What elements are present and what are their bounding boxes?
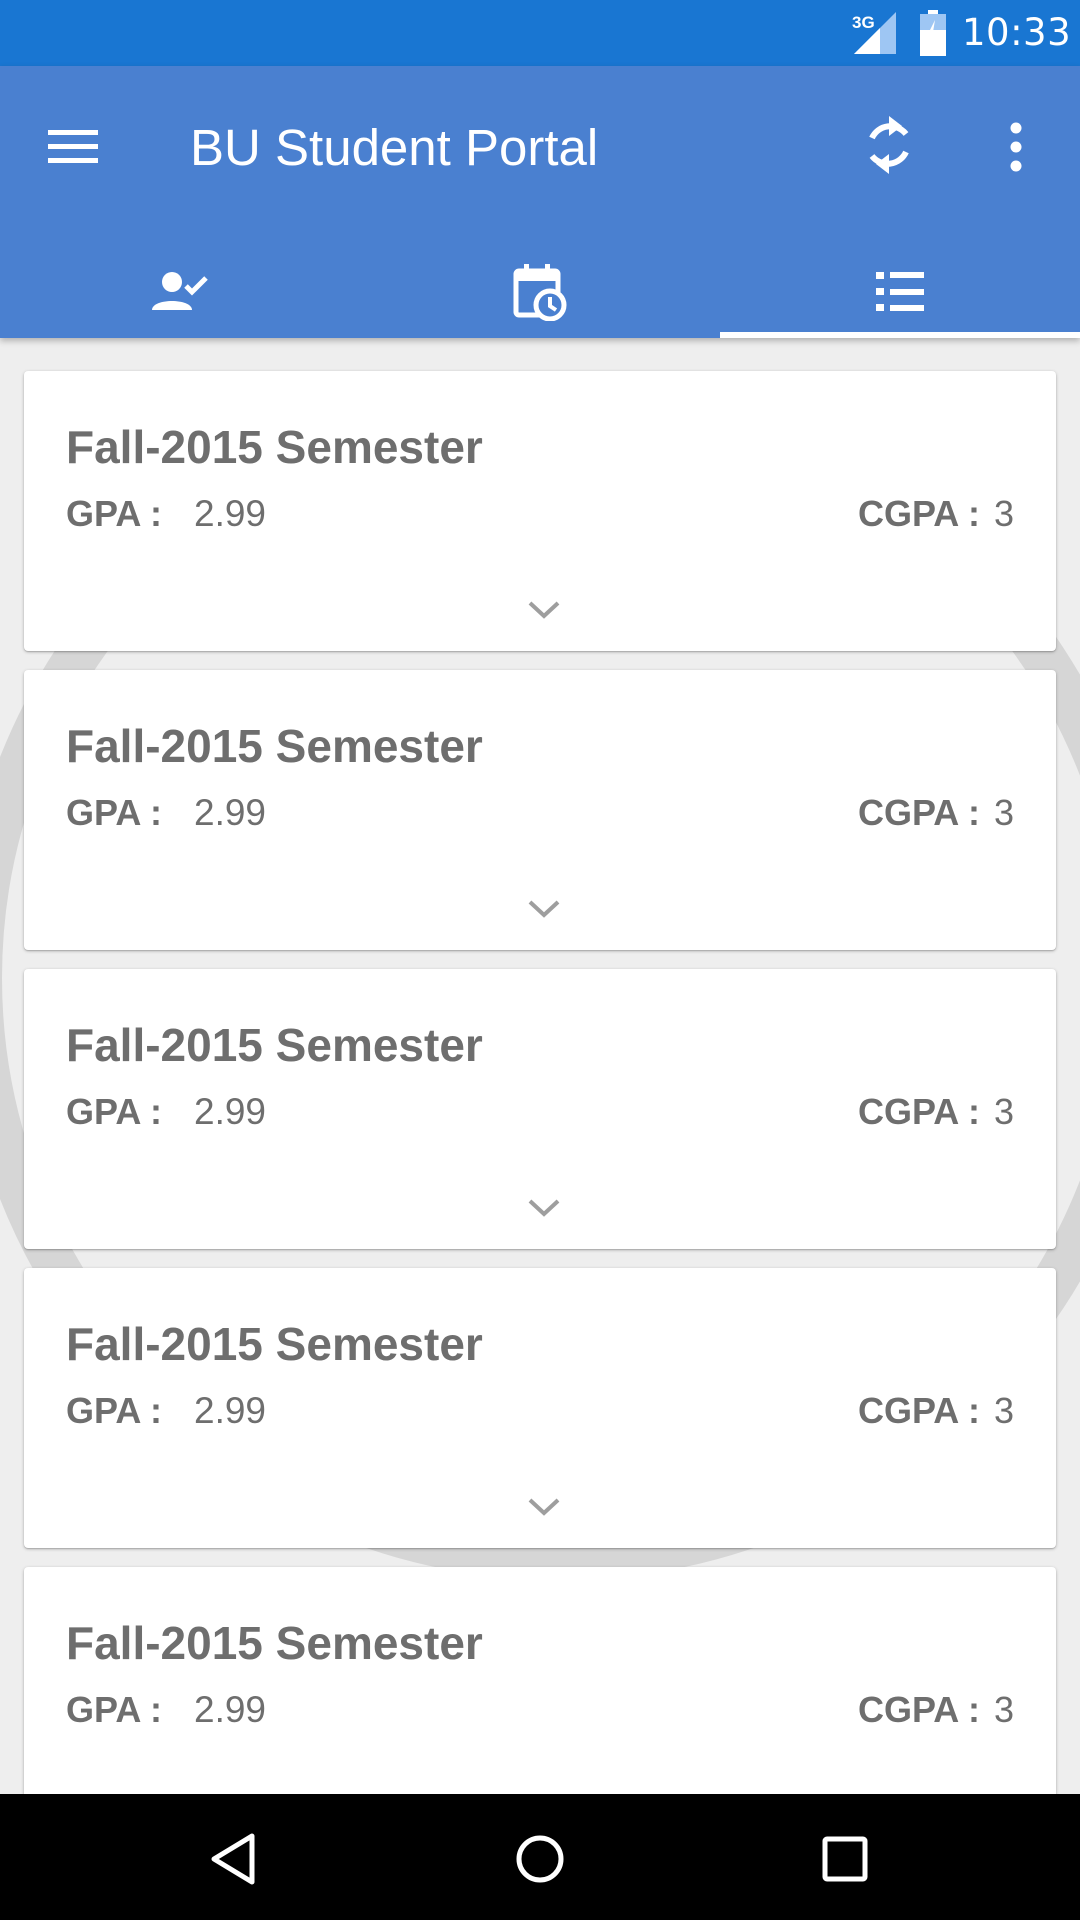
gpa-label: GPA : <box>66 1091 162 1132</box>
chevron-down-icon[interactable] <box>520 589 568 629</box>
gpa-value: 2.99 <box>194 1390 267 1431</box>
tab-schedule[interactable] <box>360 246 720 338</box>
list-icon <box>876 272 924 311</box>
semester-title: Fall-2015 Semester <box>66 1318 483 1370</box>
cgpa-value: 3 <box>993 1390 1014 1431</box>
app-title: BU Student Portal <box>190 119 599 176</box>
person-check-icon <box>152 272 208 310</box>
gpa-value: 2.99 <box>194 1091 267 1132</box>
navigation-bar <box>0 1794 1080 1920</box>
chevron-down-icon[interactable] <box>520 1486 568 1526</box>
gpa-label: GPA : <box>66 1390 162 1431</box>
semester-card[interactable]: Fall-2015 Semester GPA : 2.99 CGPA : 3 <box>24 1567 1056 1794</box>
recents-icon[interactable] <box>810 1824 880 1894</box>
semester-card[interactable]: Fall-2015 Semester GPA : 2.99 CGPA : 3 <box>24 371 1056 651</box>
semester-title: Fall-2015 Semester <box>66 720 483 772</box>
semester-card[interactable]: Fall-2015 Semester GPA : 2.99 CGPA : 3 <box>24 670 1056 950</box>
semester-title: Fall-2015 Semester <box>66 421 483 473</box>
cgpa-value: 3 <box>993 493 1014 534</box>
clock: 10:33 <box>962 11 1072 54</box>
gpa-label: GPA : <box>66 792 162 833</box>
tab-profile[interactable] <box>0 246 360 338</box>
status-bar: 3G 10:33 <box>0 0 1080 66</box>
more-vert-icon[interactable] <box>986 114 1046 180</box>
cgpa-group: CGPA : 3 <box>858 1390 1014 1432</box>
cgpa-label: CGPA : <box>857 792 980 833</box>
gpa-value: 2.99 <box>194 493 267 534</box>
semester-title: Fall-2015 Semester <box>66 1617 483 1669</box>
cgpa-group: CGPA : 3 <box>858 792 1014 834</box>
gpa-label: GPA : <box>66 493 162 534</box>
chevron-down-icon[interactable] <box>520 1187 568 1227</box>
signal-3g-icon: 3G <box>852 12 896 54</box>
cgpa-value: 3 <box>993 1091 1014 1132</box>
gpa-label: GPA : <box>66 1689 162 1730</box>
home-icon[interactable] <box>505 1824 575 1894</box>
cgpa-label: CGPA : <box>857 1390 980 1431</box>
calendar-clock-icon <box>513 264 567 321</box>
cgpa-group: CGPA : 3 <box>858 1689 1014 1731</box>
gpa-value: 2.99 <box>194 792 267 833</box>
app-bar: BU Student Portal <box>0 66 1080 338</box>
menu-icon[interactable] <box>40 114 106 180</box>
chevron-down-icon[interactable] <box>520 888 568 928</box>
tab-results[interactable] <box>720 246 1080 338</box>
gpa-value: 2.99 <box>194 1689 267 1730</box>
sync-icon[interactable] <box>856 108 922 182</box>
cgpa-label: CGPA : <box>857 493 980 534</box>
semester-title: Fall-2015 Semester <box>66 1019 483 1071</box>
battery-charging-icon <box>920 10 946 56</box>
semester-card[interactable]: Fall-2015 Semester GPA : 2.99 CGPA : 3 <box>24 969 1056 1249</box>
cgpa-label: CGPA : <box>857 1689 980 1730</box>
cgpa-group: CGPA : 3 <box>858 493 1014 535</box>
svg-text:3G: 3G <box>852 13 875 32</box>
semester-list[interactable]: Fall-2015 Semester GPA : 2.99 CGPA : 3 Fa… <box>0 338 1080 1794</box>
cgpa-label: CGPA : <box>857 1091 980 1132</box>
cgpa-value: 3 <box>993 792 1014 833</box>
back-icon[interactable] <box>200 1824 270 1894</box>
semester-card[interactable]: Fall-2015 Semester GPA : 2.99 CGPA : 3 <box>24 1268 1056 1548</box>
cgpa-value: 3 <box>993 1689 1014 1730</box>
cgpa-group: CGPA : 3 <box>858 1091 1014 1133</box>
